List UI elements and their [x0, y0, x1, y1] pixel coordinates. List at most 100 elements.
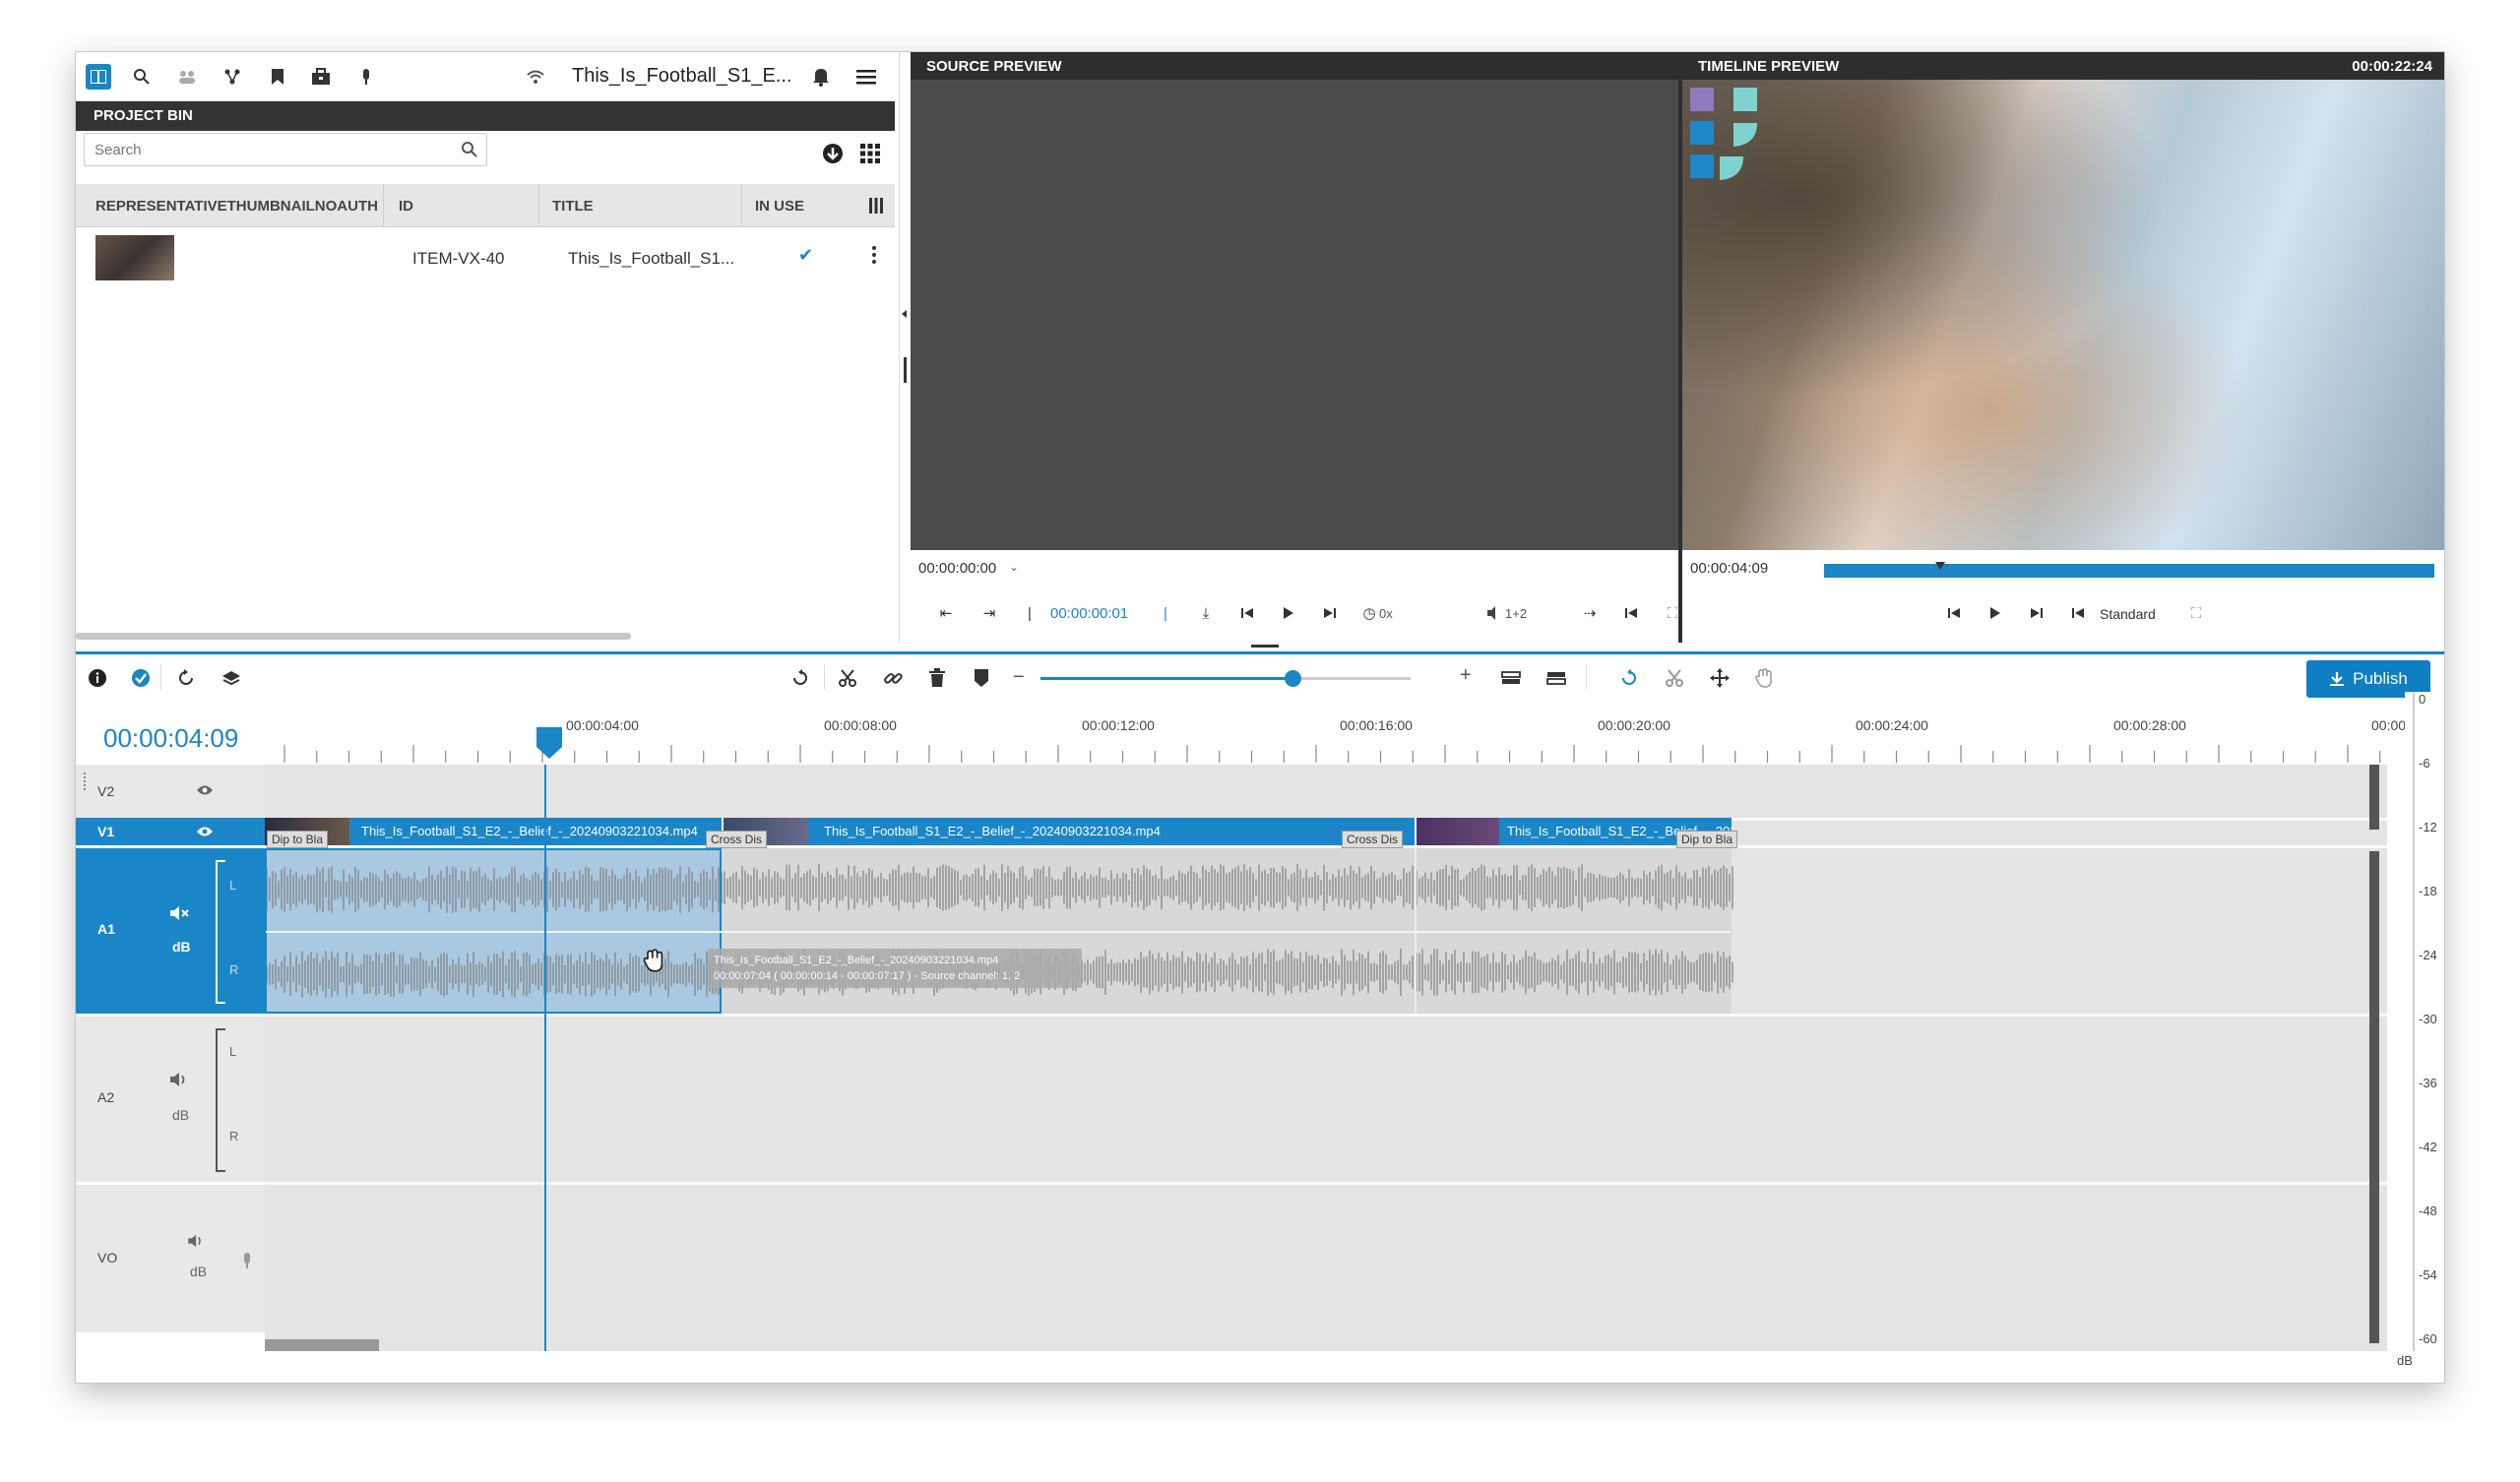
track-header-v2[interactable]: V2 [76, 765, 265, 818]
bin-horizontal-scrollbar[interactable] [76, 633, 631, 640]
column-title[interactable]: TITLE [552, 198, 594, 215]
eye-icon[interactable] [196, 784, 214, 796]
row-more-icon[interactable] [871, 245, 877, 265]
info-icon[interactable] [88, 668, 107, 688]
source-preview-viewport[interactable] [911, 80, 1678, 550]
playhead-handle[interactable] [535, 725, 564, 761]
preview-next-icon[interactable] [2027, 603, 2047, 623]
zoom-slider[interactable] [1040, 670, 1411, 687]
video-clip[interactable]: This_Is_Football_S1_E2_-_Belief_-_202409… [265, 818, 722, 845]
preview-start-icon[interactable] [2068, 603, 2088, 623]
volume-icon[interactable] [1485, 603, 1503, 623]
search-icon[interactable] [461, 141, 478, 158]
bell-icon[interactable] [808, 64, 834, 90]
track-scrollbar[interactable] [2369, 765, 2379, 830]
track-header-vo[interactable]: VO dB [76, 1185, 265, 1332]
menu-icon[interactable] [853, 64, 879, 90]
download-icon[interactable] [822, 143, 844, 164]
track-name: A1 [97, 921, 115, 937]
link-icon[interactable] [883, 668, 903, 688]
refresh-icon[interactable] [176, 668, 196, 688]
scissors-icon[interactable] [838, 668, 857, 688]
speaker-icon[interactable] [170, 1072, 190, 1087]
rotate-icon[interactable] [1619, 668, 1639, 688]
move-icon[interactable] [1710, 668, 1730, 688]
previous-frame-icon[interactable] [1237, 603, 1257, 623]
check-circle-icon[interactable] [131, 668, 151, 688]
ripple-right-icon[interactable] [1546, 668, 1566, 688]
video-clip[interactable]: This_Is_Football_S1_E2_-_Belief_-_202409… [722, 818, 1415, 845]
zoom-out-icon[interactable]: − [1013, 666, 1025, 689]
column-settings-icon[interactable] [869, 198, 883, 214]
record-mic-icon[interactable] [241, 1252, 253, 1269]
hand-cursor-icon [643, 949, 664, 972]
track-unit[interactable]: dB [172, 939, 191, 955]
table-row[interactable]: ITEM-VX-40 This_Is_Football_S1... ✔ [76, 227, 895, 290]
editor-timecode[interactable]: 00:00:04:09 [103, 723, 238, 754]
zoom-slider-handle[interactable] [1284, 670, 1301, 687]
bookmark-icon[interactable] [265, 64, 290, 90]
razor-icon[interactable] [1665, 668, 1684, 688]
next-frame-icon[interactable] [1320, 603, 1340, 623]
panels-icon[interactable] [86, 64, 111, 90]
search-input[interactable] [94, 135, 449, 164]
column-in-use[interactable]: IN USE [755, 198, 804, 215]
ripple-left-icon[interactable] [1501, 668, 1521, 688]
track-unit[interactable]: dB [190, 1264, 207, 1279]
grid-view-icon[interactable] [859, 143, 881, 164]
layers-icon[interactable] [221, 668, 241, 688]
undo-icon[interactable] [790, 668, 810, 688]
nodes-icon[interactable] [220, 64, 245, 90]
track-scrollbar[interactable] [2369, 851, 2379, 1343]
trash-icon[interactable] [928, 668, 946, 688]
channel-label: L [229, 1044, 237, 1059]
timecode-dropdown-icon[interactable]: ⌄ [1009, 560, 1019, 574]
transition-dip[interactable]: Dip to Bla [1676, 831, 1738, 848]
go-to-in-icon[interactable]: ⇤ [936, 603, 956, 623]
briefcase-icon[interactable] [308, 64, 334, 90]
track-unit[interactable]: dB [172, 1107, 189, 1123]
preview-play-icon[interactable] [1985, 603, 2005, 623]
track-header-a1[interactable]: A1 dB L R [76, 848, 265, 1014]
item-thumbnail[interactable] [95, 235, 174, 280]
transition-cross[interactable]: Cross Dis [706, 831, 768, 848]
playhead-line[interactable] [544, 765, 546, 1351]
eye-icon[interactable] [196, 826, 214, 837]
track-header-v1[interactable]: V1 [76, 818, 265, 845]
column-id[interactable]: ID [399, 198, 413, 215]
timeline-ruler[interactable]: 00:00:04:00 00:00:08:00 00:00:12:00 00:0… [265, 702, 2436, 765]
hand-tool-icon[interactable] [1755, 668, 1773, 688]
clip-label: This_Is_Football_S1_E2_-_Belief_-_202409… [824, 824, 1161, 838]
speaker-icon[interactable] [188, 1234, 206, 1248]
preview-fullscreen-icon[interactable]: ⛶ [2186, 603, 2206, 623]
wifi-icon[interactable] [523, 64, 548, 90]
timeline-preview-progress[interactable] [1824, 562, 2434, 578]
zoom-in-icon[interactable]: + [1460, 664, 1472, 687]
column-thumbnail[interactable]: REPRESENTATIVETHUMBNAILNOAUTH [95, 198, 378, 215]
preview-prev-icon[interactable] [1944, 603, 1964, 623]
search-icon[interactable] [129, 64, 155, 90]
transition-dip[interactable]: Dip to Bla [267, 831, 329, 848]
vertical-splitter-handle[interactable] [1251, 645, 1279, 648]
horizontal-scrollbar[interactable] [265, 1339, 379, 1351]
timeline-preview-viewport[interactable] [1682, 80, 2444, 550]
track-name: V1 [97, 824, 115, 839]
mark-in-icon[interactable]: | [1023, 603, 1037, 623]
mic-icon[interactable] [353, 64, 379, 90]
preview-quality[interactable]: Standard [2100, 606, 2156, 622]
go-to-start-icon[interactable] [1621, 603, 1641, 623]
tracks-area[interactable]: This_Is_Football_S1_E2_-_Belief_-_202409… [265, 765, 2387, 1351]
play-icon[interactable] [1279, 603, 1298, 623]
people-icon[interactable] [174, 64, 200, 90]
source-timecode[interactable]: 00:00:00:00 [918, 560, 996, 577]
speed-icon[interactable]: ◷ [1359, 603, 1379, 623]
go-to-out-icon[interactable]: ⇥ [979, 603, 999, 623]
transition-cross[interactable]: Cross Dis [1342, 831, 1404, 848]
mute-icon[interactable] [170, 905, 190, 921]
track-header-a2[interactable]: A2 dB L R [76, 1017, 265, 1182]
overwrite-icon[interactable]: ⇢ [1580, 603, 1600, 623]
mark-out-icon[interactable]: | [1159, 603, 1172, 623]
marker-icon[interactable] [974, 668, 989, 688]
insert-icon[interactable]: ⤓ [1196, 603, 1216, 623]
pane-splitter[interactable] [899, 52, 911, 643]
